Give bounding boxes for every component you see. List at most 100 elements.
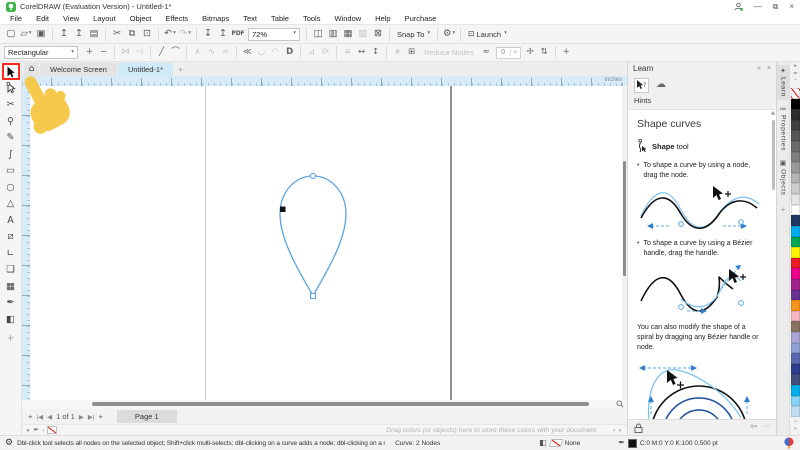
text-tool[interactable]: A (2, 212, 20, 229)
print-icon[interactable]: ▤ (87, 27, 101, 42)
hint-forward-icon[interactable]: ⇨ (762, 423, 770, 432)
palette-more-button[interactable]: » (618, 427, 622, 434)
tab-untitled-1[interactable]: Untitled-1* (117, 63, 173, 76)
menu-purchase[interactable]: Purchase (398, 14, 444, 23)
show-rulers-icon[interactable]: ▥ (326, 27, 340, 42)
stretch-nodes-icon[interactable]: ⊿ (305, 46, 318, 60)
copy-icon[interactable]: ⧉ (125, 27, 139, 42)
color-swatch-24[interactable] (791, 342, 800, 354)
elastic-mode-icon[interactable]: ∗ (391, 46, 404, 60)
palette-eyedropper-icon[interactable]: ✒ (33, 426, 39, 434)
color-swatch-9[interactable] (791, 183, 800, 195)
account-icon[interactable] (734, 2, 743, 11)
color-swatch-18[interactable] (791, 278, 800, 290)
color-swatch-25[interactable] (791, 353, 800, 364)
vertical-scrollbar[interactable] (622, 86, 627, 400)
dimension-tool[interactable]: ⧄ (2, 229, 20, 246)
color-swatch-20[interactable] (791, 300, 800, 311)
menu-table[interactable]: Table (264, 14, 296, 23)
add-docker-button[interactable]: + (781, 205, 786, 214)
zoom-caret-icon[interactable]: ▾ (293, 31, 296, 37)
color-swatch-3[interactable] (791, 119, 800, 131)
palette-flyout-button[interactable]: ▸ (27, 426, 30, 434)
palette-flyout-icon[interactable]: ▸ (794, 63, 797, 71)
zoom-level-combo[interactable]: 72% ▾ (248, 27, 300, 41)
new-document-icon[interactable]: ▢ (4, 27, 18, 42)
color-swatch-19[interactable] (791, 289, 800, 301)
curve-path[interactable] (279, 175, 347, 298)
node-sliders-icon[interactable]: ⇅ (538, 46, 551, 60)
artistic-media-tool[interactable]: ∫ (2, 146, 20, 163)
connector-tool[interactable]: ∟ (2, 245, 20, 262)
reduce-nodes-button[interactable]: Reduce Nodes (424, 48, 474, 57)
snap-to-caret-icon[interactable]: ▾ (427, 31, 430, 37)
color-swatch-27[interactable] (791, 374, 800, 386)
explore-tab-icon[interactable]: ☁ (656, 80, 666, 90)
document-palette-none-swatch[interactable] (47, 426, 58, 434)
cut-icon[interactable]: ✂ (110, 27, 124, 42)
show-grid-icon[interactable]: ▦ (341, 27, 355, 42)
undo-icon[interactable]: ↶ ▾ (163, 27, 177, 42)
color-swatch-2[interactable] (791, 109, 800, 120)
last-page-button[interactable]: ▶| (88, 413, 95, 421)
full-screen-preview-icon[interactable]: ◫ (311, 27, 325, 42)
menu-file[interactable]: File (3, 14, 29, 23)
add-tools-button[interactable]: + (2, 331, 20, 348)
color-swatch-8[interactable] (791, 172, 800, 184)
color-swatch-16[interactable] (791, 257, 800, 269)
close-icon[interactable]: × (789, 2, 794, 11)
palette-eyedropper-icon[interactable]: ✒ (793, 71, 798, 79)
join-nodes-icon[interactable]: ⋈ (119, 46, 132, 60)
launch-caret-icon[interactable]: ▾ (504, 31, 507, 37)
color-swatch-29[interactable] (791, 395, 800, 407)
color-swatch-10[interactable] (791, 194, 800, 205)
horizontal-ruler[interactable]: inches (22, 76, 627, 86)
color-swatch-22[interactable] (791, 321, 800, 333)
open-icon-caret[interactable]: ▾ (29, 31, 32, 37)
show-guidelines-icon[interactable]: ▧ (356, 27, 370, 42)
redo-icon-caret[interactable]: ▾ (188, 31, 191, 37)
import-icon[interactable]: ↧ (201, 27, 215, 42)
vertical-ruler[interactable] (22, 86, 30, 400)
selection-mode-combo[interactable]: Rectangular ▾ (4, 46, 78, 59)
color-eyedropper-tool[interactable]: ✒ (2, 295, 20, 312)
save-icon[interactable]: ▣ (34, 27, 48, 42)
color-swatch-1[interactable] (791, 98, 800, 110)
menu-object[interactable]: Object (123, 14, 159, 23)
docker-tab-objects[interactable]: ▣ Objects (777, 157, 789, 199)
menu-help[interactable]: Help (368, 14, 397, 23)
treat-as-filled-icon[interactable]: ⊠ (371, 27, 385, 42)
break-curve-icon[interactable]: ⊣ (133, 46, 146, 60)
palette-scroll-up-icon[interactable]: ⌃ (793, 79, 798, 87)
lock-icon[interactable] (634, 423, 643, 433)
content-scrollbar-thumb[interactable] (772, 120, 775, 190)
ellipse-tool[interactable]: ○ (2, 179, 20, 196)
color-swatch-11[interactable] (791, 204, 800, 216)
rotate-nodes-icon[interactable]: ⟳ (319, 46, 332, 60)
options-gear-icon[interactable]: ⚙ ▾ (442, 27, 456, 42)
docker-tab-properties[interactable]: ≔ Properties (777, 103, 789, 154)
horizontal-scrollbar[interactable] (22, 400, 627, 409)
drop-shadow-tool[interactable]: ❏ (2, 262, 20, 279)
minimize-icon[interactable]: — (754, 2, 762, 11)
next-page-button[interactable]: ▶ (79, 413, 84, 421)
home-tab[interactable]: ⌂ (24, 63, 39, 76)
content-scroll-up-icon[interactable]: ▲ (771, 111, 775, 116)
palette-scroll-down-icon[interactable]: ⌄ (793, 418, 798, 426)
color-swatch-26[interactable] (791, 363, 800, 375)
hints-tab-button[interactable]: ? (634, 77, 649, 93)
paste-icon[interactable]: ⊡ (140, 27, 154, 42)
customize-property-bar-icon[interactable]: + (560, 46, 573, 60)
hint-back-icon[interactable]: ⇦ (750, 423, 758, 432)
horizontal-scrollbar-thumb[interactable] (92, 402, 589, 406)
cusp-node-icon[interactable]: ∧ (191, 46, 204, 60)
color-swatch-none[interactable] (791, 88, 800, 99)
docker-collapse-icon[interactable]: » (757, 65, 761, 72)
undo-icon-caret[interactable]: ▾ (173, 31, 176, 37)
add-node-icon[interactable]: + (83, 46, 96, 60)
color-swatch-5[interactable] (791, 141, 800, 152)
new-document-tab-button[interactable]: + (174, 63, 187, 76)
menu-text[interactable]: Text (236, 14, 264, 23)
smooth-node-icon[interactable]: ∿ (205, 46, 218, 60)
reflect-vertical-icon[interactable]: ↕ (369, 46, 382, 60)
